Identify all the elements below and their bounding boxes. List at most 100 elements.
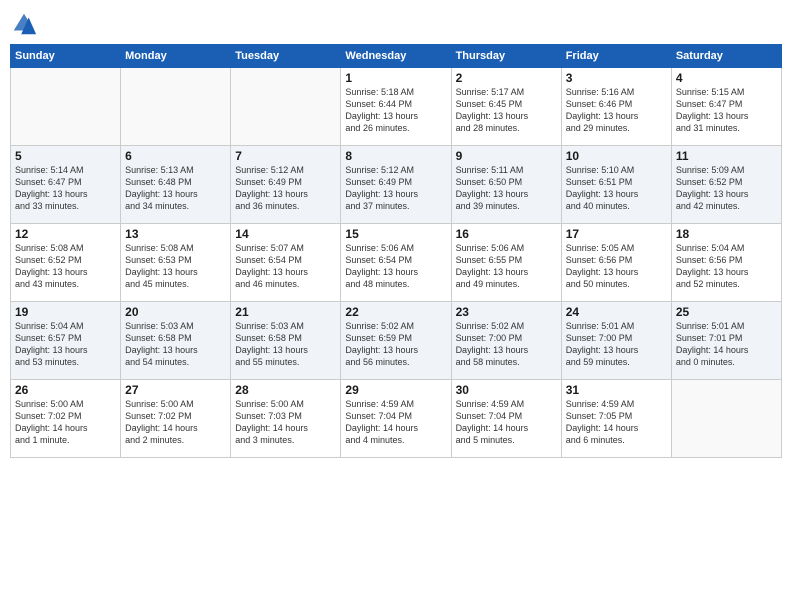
day-info: Sunrise: 5:09 AM Sunset: 6:52 PM Dayligh… [676,164,777,213]
day-number: 8 [345,149,446,163]
calendar-cell: 21Sunrise: 5:03 AM Sunset: 6:58 PM Dayli… [231,302,341,380]
calendar-cell: 9Sunrise: 5:11 AM Sunset: 6:50 PM Daylig… [451,146,561,224]
calendar-cell: 28Sunrise: 5:00 AM Sunset: 7:03 PM Dayli… [231,380,341,458]
day-info: Sunrise: 5:01 AM Sunset: 7:00 PM Dayligh… [566,320,667,369]
day-info: Sunrise: 5:03 AM Sunset: 6:58 PM Dayligh… [125,320,226,369]
calendar-cell: 16Sunrise: 5:06 AM Sunset: 6:55 PM Dayli… [451,224,561,302]
calendar-cell: 2Sunrise: 5:17 AM Sunset: 6:45 PM Daylig… [451,68,561,146]
day-info: Sunrise: 5:18 AM Sunset: 6:44 PM Dayligh… [345,86,446,135]
day-number: 24 [566,305,667,319]
day-number: 12 [15,227,116,241]
day-info: Sunrise: 5:01 AM Sunset: 7:01 PM Dayligh… [676,320,777,369]
day-info: Sunrise: 5:12 AM Sunset: 6:49 PM Dayligh… [345,164,446,213]
calendar-cell: 10Sunrise: 5:10 AM Sunset: 6:51 PM Dayli… [561,146,671,224]
weekday-header-monday: Monday [121,45,231,68]
calendar: SundayMondayTuesdayWednesdayThursdayFrid… [10,44,782,458]
day-number: 30 [456,383,557,397]
day-info: Sunrise: 5:17 AM Sunset: 6:45 PM Dayligh… [456,86,557,135]
day-info: Sunrise: 5:02 AM Sunset: 6:59 PM Dayligh… [345,320,446,369]
weekday-header-thursday: Thursday [451,45,561,68]
day-info: Sunrise: 5:08 AM Sunset: 6:52 PM Dayligh… [15,242,116,291]
day-number: 27 [125,383,226,397]
calendar-cell: 5Sunrise: 5:14 AM Sunset: 6:47 PM Daylig… [11,146,121,224]
day-info: Sunrise: 5:10 AM Sunset: 6:51 PM Dayligh… [566,164,667,213]
day-number: 19 [15,305,116,319]
day-info: Sunrise: 5:00 AM Sunset: 7:02 PM Dayligh… [15,398,116,447]
calendar-cell: 26Sunrise: 5:00 AM Sunset: 7:02 PM Dayli… [11,380,121,458]
calendar-cell: 31Sunrise: 4:59 AM Sunset: 7:05 PM Dayli… [561,380,671,458]
calendar-cell: 1Sunrise: 5:18 AM Sunset: 6:44 PM Daylig… [341,68,451,146]
calendar-cell: 22Sunrise: 5:02 AM Sunset: 6:59 PM Dayli… [341,302,451,380]
day-number: 17 [566,227,667,241]
day-info: Sunrise: 4:59 AM Sunset: 7:04 PM Dayligh… [456,398,557,447]
day-number: 7 [235,149,336,163]
day-number: 1 [345,71,446,85]
calendar-cell: 8Sunrise: 5:12 AM Sunset: 6:49 PM Daylig… [341,146,451,224]
day-info: Sunrise: 5:14 AM Sunset: 6:47 PM Dayligh… [15,164,116,213]
calendar-cell: 25Sunrise: 5:01 AM Sunset: 7:01 PM Dayli… [671,302,781,380]
calendar-cell: 30Sunrise: 4:59 AM Sunset: 7:04 PM Dayli… [451,380,561,458]
day-number: 25 [676,305,777,319]
day-number: 11 [676,149,777,163]
day-number: 21 [235,305,336,319]
calendar-cell [121,68,231,146]
day-info: Sunrise: 5:04 AM Sunset: 6:56 PM Dayligh… [676,242,777,291]
day-info: Sunrise: 5:11 AM Sunset: 6:50 PM Dayligh… [456,164,557,213]
day-number: 22 [345,305,446,319]
day-info: Sunrise: 5:13 AM Sunset: 6:48 PM Dayligh… [125,164,226,213]
day-number: 2 [456,71,557,85]
day-number: 13 [125,227,226,241]
weekday-header-friday: Friday [561,45,671,68]
day-number: 16 [456,227,557,241]
calendar-cell: 23Sunrise: 5:02 AM Sunset: 7:00 PM Dayli… [451,302,561,380]
calendar-cell: 17Sunrise: 5:05 AM Sunset: 6:56 PM Dayli… [561,224,671,302]
weekday-header-wednesday: Wednesday [341,45,451,68]
day-number: 3 [566,71,667,85]
day-info: Sunrise: 5:16 AM Sunset: 6:46 PM Dayligh… [566,86,667,135]
day-info: Sunrise: 5:07 AM Sunset: 6:54 PM Dayligh… [235,242,336,291]
day-number: 20 [125,305,226,319]
day-number: 14 [235,227,336,241]
calendar-cell: 11Sunrise: 5:09 AM Sunset: 6:52 PM Dayli… [671,146,781,224]
day-info: Sunrise: 5:08 AM Sunset: 6:53 PM Dayligh… [125,242,226,291]
day-info: Sunrise: 5:06 AM Sunset: 6:54 PM Dayligh… [345,242,446,291]
day-number: 5 [15,149,116,163]
day-number: 18 [676,227,777,241]
weekday-header-tuesday: Tuesday [231,45,341,68]
day-info: Sunrise: 4:59 AM Sunset: 7:04 PM Dayligh… [345,398,446,447]
calendar-cell: 13Sunrise: 5:08 AM Sunset: 6:53 PM Dayli… [121,224,231,302]
calendar-cell: 3Sunrise: 5:16 AM Sunset: 6:46 PM Daylig… [561,68,671,146]
day-number: 28 [235,383,336,397]
calendar-cell [231,68,341,146]
calendar-cell [671,380,781,458]
day-number: 29 [345,383,446,397]
day-info: Sunrise: 5:15 AM Sunset: 6:47 PM Dayligh… [676,86,777,135]
calendar-cell: 6Sunrise: 5:13 AM Sunset: 6:48 PM Daylig… [121,146,231,224]
calendar-cell: 29Sunrise: 4:59 AM Sunset: 7:04 PM Dayli… [341,380,451,458]
weekday-header-saturday: Saturday [671,45,781,68]
day-info: Sunrise: 5:06 AM Sunset: 6:55 PM Dayligh… [456,242,557,291]
day-number: 4 [676,71,777,85]
day-info: Sunrise: 5:04 AM Sunset: 6:57 PM Dayligh… [15,320,116,369]
day-number: 31 [566,383,667,397]
calendar-cell: 27Sunrise: 5:00 AM Sunset: 7:02 PM Dayli… [121,380,231,458]
calendar-cell: 15Sunrise: 5:06 AM Sunset: 6:54 PM Dayli… [341,224,451,302]
logo [10,10,40,38]
day-number: 15 [345,227,446,241]
calendar-cell: 14Sunrise: 5:07 AM Sunset: 6:54 PM Dayli… [231,224,341,302]
weekday-header-sunday: Sunday [11,45,121,68]
calendar-cell: 18Sunrise: 5:04 AM Sunset: 6:56 PM Dayli… [671,224,781,302]
day-number: 23 [456,305,557,319]
calendar-cell: 19Sunrise: 5:04 AM Sunset: 6:57 PM Dayli… [11,302,121,380]
day-number: 6 [125,149,226,163]
day-number: 26 [15,383,116,397]
calendar-cell: 12Sunrise: 5:08 AM Sunset: 6:52 PM Dayli… [11,224,121,302]
calendar-cell: 24Sunrise: 5:01 AM Sunset: 7:00 PM Dayli… [561,302,671,380]
day-info: Sunrise: 5:12 AM Sunset: 6:49 PM Dayligh… [235,164,336,213]
day-number: 9 [456,149,557,163]
day-info: Sunrise: 5:02 AM Sunset: 7:00 PM Dayligh… [456,320,557,369]
day-number: 10 [566,149,667,163]
calendar-cell: 7Sunrise: 5:12 AM Sunset: 6:49 PM Daylig… [231,146,341,224]
day-info: Sunrise: 5:03 AM Sunset: 6:58 PM Dayligh… [235,320,336,369]
day-info: Sunrise: 5:05 AM Sunset: 6:56 PM Dayligh… [566,242,667,291]
